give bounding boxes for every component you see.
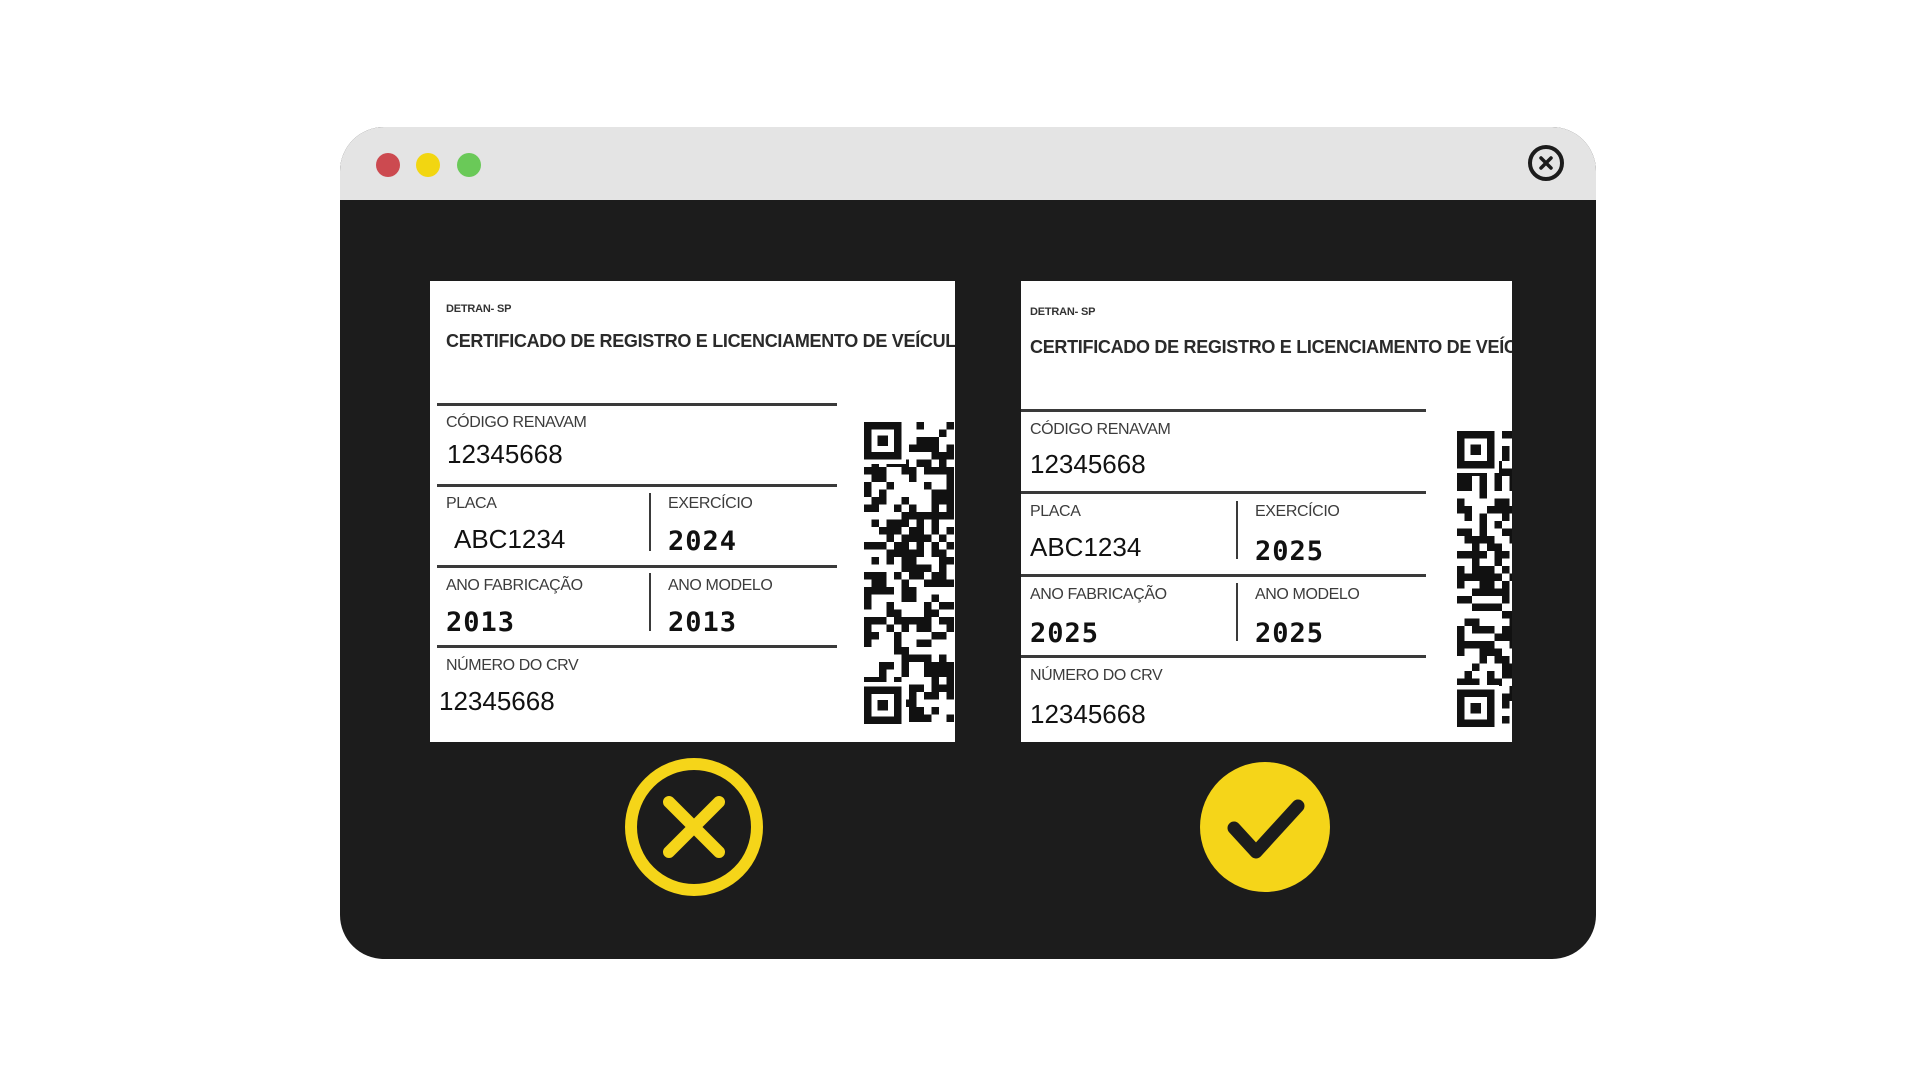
renavam-label: CÓDIGO RENAVAM: [446, 414, 587, 431]
renavam-value: 12345668: [447, 439, 563, 469]
window-close-dot[interactable]: [376, 153, 400, 177]
ano-fabricacao-label: ANO FABRICAÇÃO: [446, 577, 583, 594]
divider: [649, 573, 651, 631]
placa-value: ABC1234: [1030, 532, 1142, 562]
exercicio-value: 2024: [668, 526, 738, 557]
app-window: DETRAN- SP CERTIFICADO DE REGISTRO E LIC…: [340, 127, 1596, 959]
divider: [1236, 501, 1238, 559]
divider: [437, 565, 837, 568]
divider: [1021, 491, 1426, 494]
document-card-correct: DETRAN- SP CERTIFICADO DE REGISTRO E LIC…: [1021, 281, 1512, 742]
close-circle-icon[interactable]: [1528, 145, 1564, 181]
qr-code-icon: [1457, 431, 1512, 727]
ano-modelo-label: ANO MODELO: [1255, 586, 1360, 603]
exercicio-value: 2025: [1255, 536, 1325, 567]
document-heading: CERTIFICADO DE REGISTRO E LICENCIAMENTO …: [1030, 337, 1512, 357]
document-heading: CERTIFICADO DE REGISTRO E LICENCIAMENTO …: [446, 331, 955, 351]
ano-modelo-label: ANO MODELO: [668, 577, 773, 594]
divider: [1236, 583, 1238, 641]
placa-label: PLACA: [446, 495, 497, 512]
issuer-label: DETRAN- SP: [446, 303, 512, 315]
crv-label: NÚMERO DO CRV: [446, 657, 579, 674]
issuer-label: DETRAN- SP: [1030, 306, 1096, 318]
check-circle-icon: [1200, 762, 1330, 892]
exercicio-label: EXERCÍCIO: [668, 495, 753, 512]
window-minimize-dot[interactable]: [416, 153, 440, 177]
divider: [437, 403, 837, 406]
ano-fabricacao-value: 2013: [446, 607, 516, 638]
ano-modelo-value: 2013: [668, 607, 738, 638]
title-bar: [340, 127, 1596, 200]
divider: [1021, 409, 1426, 412]
renavam-label: CÓDIGO RENAVAM: [1030, 421, 1171, 438]
divider: [437, 645, 837, 648]
exercicio-label: EXERCÍCIO: [1255, 503, 1340, 520]
x-circle-icon: [625, 758, 763, 896]
placa-label: PLACA: [1030, 503, 1081, 520]
renavam-value: 12345668: [1030, 449, 1146, 479]
crv-value: 12345668: [1030, 699, 1146, 729]
divider: [1021, 655, 1426, 658]
crv-value: 12345668: [439, 686, 555, 716]
divider: [649, 493, 651, 551]
qr-code-icon: [864, 422, 954, 724]
crv-label: NÚMERO DO CRV: [1030, 667, 1163, 684]
divider: [1021, 574, 1426, 577]
placa-value: ABC1234: [454, 524, 566, 554]
ano-modelo-value: 2025: [1255, 618, 1325, 649]
divider: [437, 484, 837, 487]
window-maximize-dot[interactable]: [457, 153, 481, 177]
document-card-incorrect: DETRAN- SP CERTIFICADO DE REGISTRO E LIC…: [430, 281, 955, 742]
ano-fabricacao-label: ANO FABRICAÇÃO: [1030, 586, 1167, 603]
ano-fabricacao-value: 2025: [1030, 618, 1100, 649]
